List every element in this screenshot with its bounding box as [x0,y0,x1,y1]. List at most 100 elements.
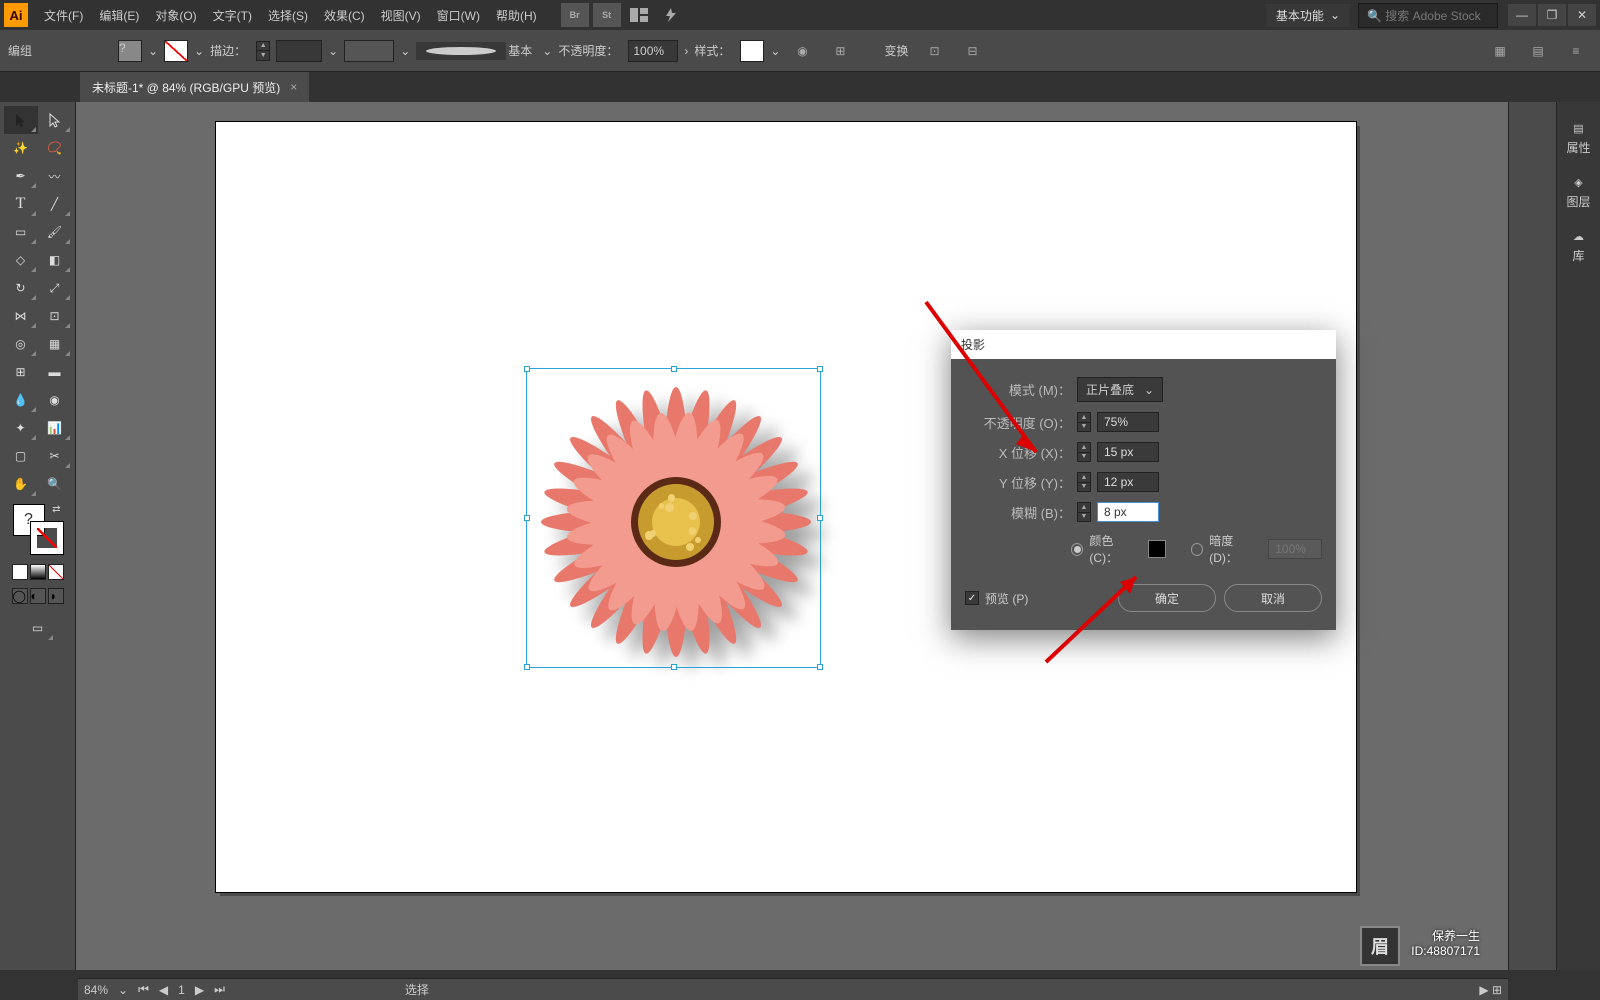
y-offset-input[interactable] [1097,472,1159,492]
rectangle-tool[interactable]: ▭ [4,218,38,246]
transform-label[interactable]: 变换 [884,42,908,59]
stock-icon[interactable]: St [593,3,621,27]
transform-icon1[interactable]: ⊡ [920,39,948,63]
fill-stroke-control[interactable]: ? ⇄ [13,504,63,554]
draw-inside-icon[interactable]: ◑ [48,588,64,604]
mode-dropdown[interactable]: 正片叠底⌄ [1077,377,1163,402]
scale-tool[interactable]: ⤢ [38,274,72,302]
style-label: 样式： [694,42,730,59]
shadow-color-swatch[interactable] [1148,540,1165,558]
graph-tool[interactable]: 📊 [38,414,72,442]
stroke-weight-label: 描边： [210,42,246,59]
selection-type-label: 编组 [8,42,32,59]
menu-type[interactable]: 文字(T) [205,0,260,30]
curvature-tool[interactable]: 〰 [38,162,72,190]
screen-mode-icon[interactable]: ▭ [21,614,55,642]
brush-definition[interactable] [416,42,506,60]
artboard-tool[interactable]: ▢ [4,442,38,470]
x-offset-input[interactable] [1097,442,1159,462]
stroke-swatch[interactable] [164,40,188,62]
shaper-tool[interactable]: ◇ [4,246,38,274]
perspective-tool[interactable]: ▦ [38,330,72,358]
none-mode-swatch[interactable] [48,564,64,580]
canvas[interactable]: 投影 模式 (M)： 正片叠底⌄ 不透明度 (O)： ▲▼ X 位移 (X)： … [76,102,1508,970]
darkness-radio-label: 暗度 (D)： [1209,532,1262,566]
shape-builder-tool[interactable]: ◎ [4,330,38,358]
grid-view-icon[interactable]: ▦ [1486,39,1514,63]
style-swatch[interactable] [740,40,764,62]
blend-tool[interactable]: ◉ [38,386,72,414]
mesh-tool[interactable]: ⊞ [4,358,38,386]
y-offset-spinner[interactable]: ▲▼ [1077,472,1091,492]
selection-tool[interactable] [4,106,38,134]
close-tab-icon[interactable]: × [290,80,297,94]
color-radio[interactable] [1071,543,1083,556]
align-icon[interactable]: ⊞ [826,39,854,63]
blur-input[interactable] [1097,502,1159,522]
type-tool[interactable]: T [4,190,38,218]
stroke-weight-spinner[interactable]: ▲▼ [256,41,270,61]
opacity-spinner[interactable]: ▲▼ [1077,412,1091,432]
hand-tool[interactable]: ✋ [4,470,38,498]
selection-bounding-box[interactable] [526,368,821,668]
window-minimize[interactable]: — [1508,4,1536,26]
menu-effect[interactable]: 效果(C) [316,0,373,30]
width-tool[interactable]: ⋈ [4,302,38,330]
menu-edit[interactable]: 编辑(E) [91,0,147,30]
rotate-tool[interactable]: ↻ [4,274,38,302]
eyedropper-tool[interactable]: 💧 [4,386,38,414]
gradient-mode-swatch[interactable] [30,564,46,580]
stock-search-input[interactable]: 🔍 搜索 Adobe Stock [1358,3,1498,28]
menu-file[interactable]: 文件(F) [36,0,91,30]
direct-selection-tool[interactable] [38,106,72,134]
dialog-title: 投影 [951,330,1336,359]
transform-icon2[interactable]: ⊟ [958,39,986,63]
menu-object[interactable]: 对象(O) [147,0,204,30]
properties-panel-tab[interactable]: ▤属性 [1566,122,1590,156]
stroke-weight-input[interactable] [276,40,322,62]
menu-bar: Ai 文件(F) 编辑(E) 对象(O) 文字(T) 选择(S) 效果(C) 视… [0,0,1600,30]
eraser-tool[interactable]: ◧ [38,246,72,274]
line-tool[interactable]: ╱ [38,190,72,218]
bridge-icon[interactable]: Br [561,3,589,27]
opacity-input[interactable] [628,40,678,62]
var-width-profile[interactable] [344,40,394,62]
window-close[interactable]: ✕ [1568,4,1596,26]
fill-swatch[interactable]: ? [118,40,142,62]
layers-panel-tab[interactable]: ◈图层 [1566,176,1590,210]
menu-help[interactable]: 帮助(H) [488,0,545,30]
slice-tool[interactable]: ✂ [38,442,72,470]
menu-view[interactable]: 视图(V) [373,0,429,30]
color-mode-swatch[interactable] [12,564,28,580]
pen-tool[interactable]: ✒ [4,162,38,190]
draw-normal-icon[interactable]: ◯ [12,588,28,604]
document-tab[interactable]: 未标题-1* @ 84% (RGB/GPU 预览) × [80,72,309,102]
blur-spinner[interactable]: ▲▼ [1077,502,1091,522]
draw-behind-icon[interactable]: ◐ [30,588,46,604]
free-transform-tool[interactable]: ⊡ [38,302,72,330]
preview-checkbox[interactable]: ✓ [965,591,979,605]
symbol-sprayer-tool[interactable]: ✦ [4,414,38,442]
menu-icon[interactable]: ≡ [1562,39,1590,63]
watermark-text: 保养一生 ID:48807171 [1411,929,1480,960]
magic-wand-tool[interactable]: ✨ [4,134,38,162]
workspace-selector[interactable]: 基本功能⌄ [1266,4,1350,27]
dialog-opacity-input[interactable] [1097,412,1159,432]
ok-button[interactable]: 确定 [1118,584,1216,612]
gpu-icon[interactable] [657,3,685,27]
zoom-tool[interactable]: 🔍 [38,470,72,498]
cancel-button[interactable]: 取消 [1224,584,1322,612]
paintbrush-tool[interactable]: 🖌 [38,218,72,246]
menu-select[interactable]: 选择(S) [260,0,316,30]
list-view-icon[interactable]: ▤ [1524,39,1552,63]
darkness-radio[interactable] [1191,543,1203,556]
window-restore[interactable]: ❐ [1538,4,1566,26]
arrange-icon[interactable] [625,3,653,27]
tools-panel: ✨ 📿 ✒ 〰 T ╱ ▭ 🖌 ◇ ◧ ↻ ⤢ ⋈ ⊡ ◎ ▦ ⊞ ▬ 💧 ◉ … [0,102,76,970]
lasso-tool[interactable]: 📿 [38,134,72,162]
menu-window[interactable]: 窗口(W) [429,0,488,30]
libraries-panel-tab[interactable]: ☁库 [1572,230,1584,264]
x-offset-spinner[interactable]: ▲▼ [1077,442,1091,462]
recolor-icon[interactable]: ◉ [788,39,816,63]
gradient-tool[interactable]: ▬ [38,358,72,386]
